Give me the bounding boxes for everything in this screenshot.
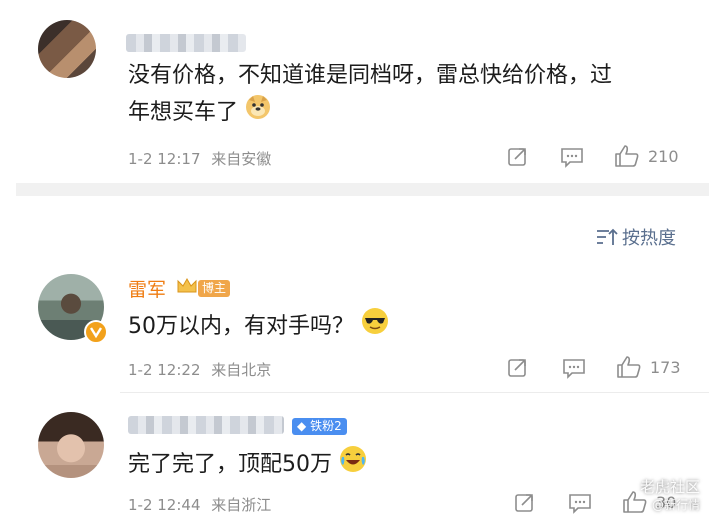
share-icon (508, 359, 526, 377)
fan-badge-label: 铁粉2 (310, 419, 342, 433)
share-button[interactable] (507, 357, 529, 379)
author-name[interactable]: 雷军 (128, 275, 166, 302)
comment-text: 没有价格，不知道谁是同档呀，雷总快给价格，过 年想买车了 (128, 58, 688, 132)
comment-location: 来自安徽 (211, 150, 272, 168)
comment-icon (561, 148, 583, 168)
comment-location: 来自北京 (211, 361, 272, 379)
comment-text-content: 50万以内，有对手吗？ (128, 314, 354, 339)
comment-text: 50万以内，有对手吗？ (128, 307, 389, 347)
crown-icon (176, 276, 198, 300)
comment-icon (569, 494, 591, 514)
commenter-avatar[interactable] (38, 20, 96, 78)
laugh-cry-emoji (339, 445, 367, 485)
verified-badge-icon (84, 320, 108, 344)
commenter-name-blurred[interactable] (128, 416, 284, 434)
comment-time: 1-2 12:22 (128, 361, 201, 379)
reply-button[interactable] (562, 357, 586, 379)
share-icon (515, 494, 533, 512)
sort-label: 按热度 (622, 228, 676, 249)
fan-badge: ◆ 铁粉2 (292, 418, 347, 435)
comment-text-content: 完了完了，顶配50万 (128, 452, 332, 477)
comment-location: 来自浙江 (211, 496, 272, 514)
comment-text: 完了完了，顶配50万 (128, 445, 367, 485)
share-button[interactable] (514, 492, 536, 514)
like-button[interactable]: 173 (616, 355, 681, 379)
doge-emoji (245, 94, 271, 132)
watermark-line2: @新行情 (651, 498, 700, 512)
thumbs-up-icon (615, 145, 639, 167)
comment-meta: 1-2 12:17 来自安徽 (128, 148, 271, 169)
sort-icon (597, 228, 618, 245)
comment-meta: 1-2 12:22 来自北京 (128, 359, 271, 380)
blogger-badge: 博主 (198, 280, 231, 297)
like-count: 173 (650, 357, 681, 377)
commenter-name-blurred[interactable] (126, 34, 246, 52)
sort-by-hot-button[interactable]: 按热度 (596, 224, 676, 250)
comment-text-line1: 没有价格，不知道谁是同档呀，雷总快给价格，过 (128, 63, 613, 88)
comment-time: 1-2 12:44 (128, 496, 201, 514)
comment-icon (563, 359, 585, 379)
comment-time: 1-2 12:17 (128, 150, 201, 168)
watermark: 老虎社区 @新行情 (600, 478, 700, 514)
commenter-avatar[interactable] (38, 412, 104, 478)
reply-button[interactable] (568, 492, 592, 514)
like-button[interactable]: 210 (614, 144, 679, 168)
comment-divider (120, 392, 709, 393)
share-icon (508, 148, 526, 166)
thumbs-up-icon (617, 356, 641, 378)
reply-button[interactable] (560, 146, 584, 168)
sunglasses-emoji (361, 307, 389, 347)
watermark-line1: 老虎社区 (639, 478, 700, 496)
like-count: 210 (648, 146, 679, 166)
share-button[interactable] (507, 146, 529, 168)
comment-text-line2: 年想买车了 (128, 100, 239, 125)
section-divider (16, 183, 709, 196)
fan-badge-icon: ◆ (297, 419, 307, 433)
comment-meta: 1-2 12:44 来自浙江 (128, 494, 271, 515)
